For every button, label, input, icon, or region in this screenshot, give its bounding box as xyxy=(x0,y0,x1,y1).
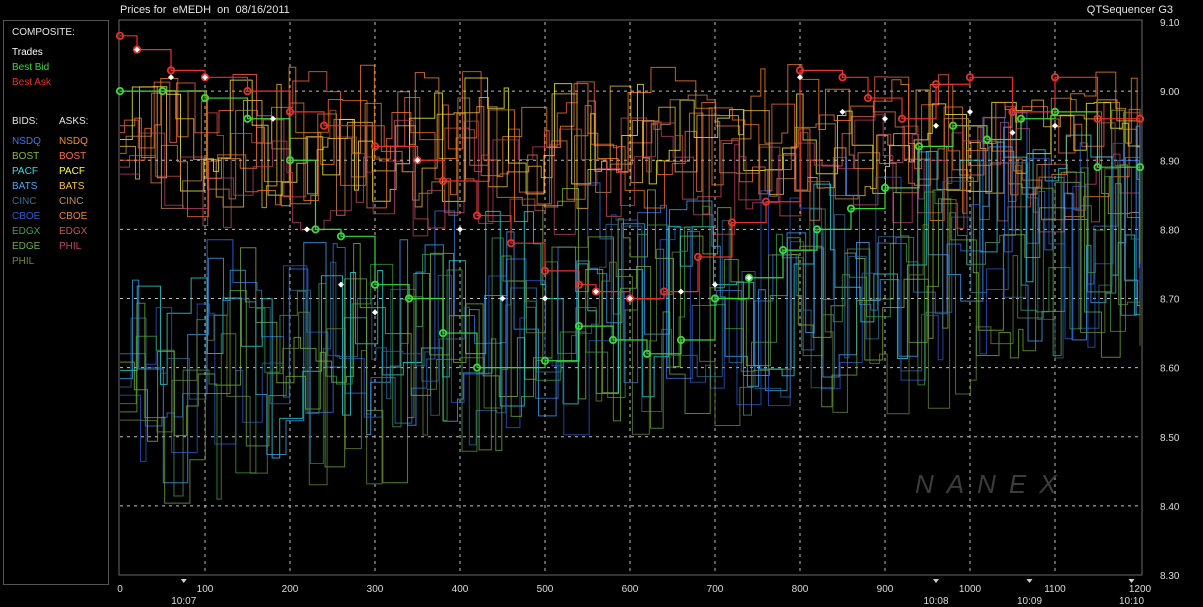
x-tick-label: 1000 xyxy=(959,584,982,595)
time-marker xyxy=(933,579,939,583)
x-tick-label: 700 xyxy=(707,584,724,595)
y-tick-label: 8.50 xyxy=(1160,433,1180,444)
time-marker xyxy=(180,579,187,583)
y-tick-label: 8.70 xyxy=(1160,295,1180,306)
x-tick-label: 1100 xyxy=(1044,584,1066,595)
time-marker xyxy=(1128,579,1135,583)
time-marker xyxy=(1026,579,1033,583)
price-chart: NANEX 9.10 9.00 8.90 8.80 8.70 8.60 8.50 8.40 8.… xyxy=(115,18,1180,607)
y-tick-label: 9.00 xyxy=(1160,87,1180,98)
y-tick-label: 9.10 xyxy=(1160,18,1180,29)
x-tick-label: 300 xyxy=(367,584,384,595)
x-tick-label: 100 xyxy=(197,584,214,595)
time-label: 10:08 xyxy=(923,596,948,607)
x-tick-label: 800 xyxy=(792,584,809,595)
y-tick-label: 8.60 xyxy=(1160,364,1180,375)
y-tick-label: 8.80 xyxy=(1160,225,1180,236)
nanex-watermark: NANEX xyxy=(915,469,1070,499)
x-tick-label: 500 xyxy=(537,584,554,595)
time-label: 10:10 xyxy=(1119,596,1144,607)
x-tick-label: 0 xyxy=(117,584,123,595)
x-tick-label: 900 xyxy=(877,584,894,595)
y-tick-label: 8.30 xyxy=(1160,571,1180,582)
time-label: 10:09 xyxy=(1017,596,1042,607)
y-tick-label: 8.40 xyxy=(1160,502,1180,513)
x-tick-label: 200 xyxy=(282,584,299,595)
x-axis: 0 100 200 300 400 500 600 700 800 900 1000 1100 1200… xyxy=(117,579,1152,607)
x-tick-label: 400 xyxy=(452,584,469,595)
y-tick-label: 8.90 xyxy=(1160,156,1180,167)
x-tick-label: 1200 xyxy=(1129,584,1152,595)
y-axis: 9.10 9.00 8.90 8.80 8.70 8.60 8.50 8.40 8.30 xyxy=(1160,18,1180,582)
time-label: 10:07 xyxy=(171,596,196,607)
x-tick-label: 600 xyxy=(622,584,639,595)
